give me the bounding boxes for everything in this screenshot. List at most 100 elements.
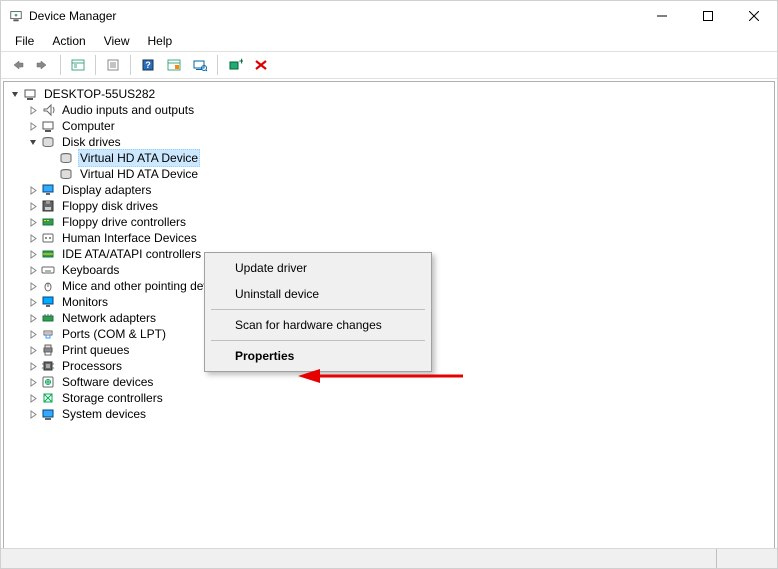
expand-icon[interactable]: [26, 359, 40, 373]
tree-node[interactable]: Disk drives: [4, 134, 774, 150]
menu-action[interactable]: Action: [44, 32, 93, 50]
svg-text:?: ?: [145, 60, 151, 70]
uninstall-device-button[interactable]: [249, 54, 273, 76]
tree-node-label: IDE ATA/ATAPI controllers: [60, 246, 203, 262]
floppy-icon: [40, 199, 56, 213]
expand-icon[interactable]: [26, 231, 40, 245]
tree-node-label: Virtual HD ATA Device: [78, 166, 200, 182]
tree-node-label: Human Interface Devices: [60, 230, 199, 246]
print-icon: [40, 343, 56, 357]
storage-icon: [40, 391, 56, 405]
tree-node[interactable]: Audio inputs and outputs: [4, 102, 774, 118]
expand-icon[interactable]: [26, 183, 40, 197]
keyboard-icon: [40, 263, 56, 277]
tree-node[interactable]: Virtual HD ATA Device: [4, 166, 774, 182]
tree-node-label: Monitors: [60, 294, 110, 310]
tree-node[interactable]: System devices: [4, 406, 774, 422]
disk-icon: [58, 151, 74, 165]
scan-hardware-button[interactable]: [188, 54, 212, 76]
tree-node[interactable]: Floppy drive controllers: [4, 214, 774, 230]
statusbar-separator: [716, 549, 717, 568]
disk-icon: [58, 167, 74, 181]
tree-node[interactable]: Display adapters: [4, 182, 774, 198]
action-button[interactable]: [162, 54, 186, 76]
mouse-icon: [40, 279, 56, 293]
window-title: Device Manager: [29, 9, 116, 23]
tree-node-label: Floppy disk drives: [60, 198, 160, 214]
expand-icon[interactable]: [26, 311, 40, 325]
svg-text:+: +: [239, 58, 243, 66]
ctx-uninstall-device[interactable]: Uninstall device: [207, 281, 429, 307]
expand-icon[interactable]: [26, 295, 40, 309]
titlebar-left: Device Manager: [9, 9, 116, 23]
tree-node-label: Floppy drive controllers: [60, 214, 188, 230]
close-button[interactable]: [731, 1, 777, 31]
tree-node-label: Ports (COM & LPT): [60, 326, 168, 342]
collapse-icon[interactable]: [26, 135, 40, 149]
tree-root[interactable]: DESKTOP-55US282: [4, 86, 774, 102]
cpu-icon: [40, 359, 56, 373]
properties-button[interactable]: [101, 54, 125, 76]
expand-icon[interactable]: [26, 119, 40, 133]
expand-icon[interactable]: [26, 215, 40, 229]
tree-node[interactable]: Virtual HD ATA Device: [4, 150, 774, 166]
menubar: File Action View Help: [1, 31, 777, 51]
add-legacy-hardware-button[interactable]: +: [223, 54, 247, 76]
tree-node[interactable]: Computer: [4, 118, 774, 134]
app-icon: [9, 9, 23, 23]
maximize-button[interactable]: [685, 1, 731, 31]
menu-help[interactable]: Help: [140, 32, 181, 50]
floppyctrl-icon: [40, 215, 56, 229]
computer-icon: [40, 119, 56, 133]
disk-icon: [40, 135, 56, 149]
tree-node-label: Network adapters: [60, 310, 158, 326]
expand-icon[interactable]: [26, 199, 40, 213]
toolbar-separator: [130, 55, 131, 75]
expand-icon[interactable]: [26, 279, 40, 293]
show-hide-console-tree-button[interactable]: [66, 54, 90, 76]
tree-node[interactable]: Floppy disk drives: [4, 198, 774, 214]
expand-icon[interactable]: [26, 327, 40, 341]
expand-icon[interactable]: [26, 103, 40, 117]
system-icon: [40, 407, 56, 421]
ctx-properties[interactable]: Properties: [207, 343, 429, 369]
back-button[interactable]: [5, 54, 29, 76]
network-icon: [40, 311, 56, 325]
tree-node[interactable]: Software devices: [4, 374, 774, 390]
expand-icon[interactable]: [26, 247, 40, 261]
tree-node[interactable]: Storage controllers: [4, 390, 774, 406]
tree-node-label: DESKTOP-55US282: [42, 86, 157, 102]
expand-icon[interactable]: [26, 375, 40, 389]
expand-icon[interactable]: [26, 263, 40, 277]
menu-file[interactable]: File: [7, 32, 42, 50]
ctx-update-driver[interactable]: Update driver: [207, 255, 429, 281]
forward-button[interactable]: [31, 54, 55, 76]
titlebar: Device Manager: [1, 1, 777, 31]
window-controls: [639, 1, 777, 31]
ctx-scan-hardware[interactable]: Scan for hardware changes: [207, 312, 429, 338]
display-icon: [40, 183, 56, 197]
ctx-separator: [211, 340, 425, 341]
minimize-button[interactable]: [639, 1, 685, 31]
ctx-separator: [211, 309, 425, 310]
ports-icon: [40, 327, 56, 341]
hid-icon: [40, 231, 56, 245]
collapse-icon[interactable]: [8, 87, 22, 101]
tree-node-label: Disk drives: [60, 134, 123, 150]
computer-icon: [22, 87, 38, 101]
tree-node-label: Processors: [60, 358, 124, 374]
help-button[interactable]: ?: [136, 54, 160, 76]
software-icon: [40, 375, 56, 389]
menu-view[interactable]: View: [96, 32, 138, 50]
tree-node-label: Computer: [60, 118, 117, 134]
toolbar: ? +: [1, 51, 777, 79]
ide-icon: [40, 247, 56, 261]
audio-icon: [40, 103, 56, 117]
device-tree-panel[interactable]: DESKTOP-55US282Audio inputs and outputsC…: [3, 81, 775, 550]
tree-node-label: System devices: [60, 406, 148, 422]
statusbar: [1, 548, 777, 568]
expand-icon[interactable]: [26, 391, 40, 405]
expand-icon[interactable]: [26, 407, 40, 421]
expand-icon[interactable]: [26, 343, 40, 357]
tree-node[interactable]: Human Interface Devices: [4, 230, 774, 246]
